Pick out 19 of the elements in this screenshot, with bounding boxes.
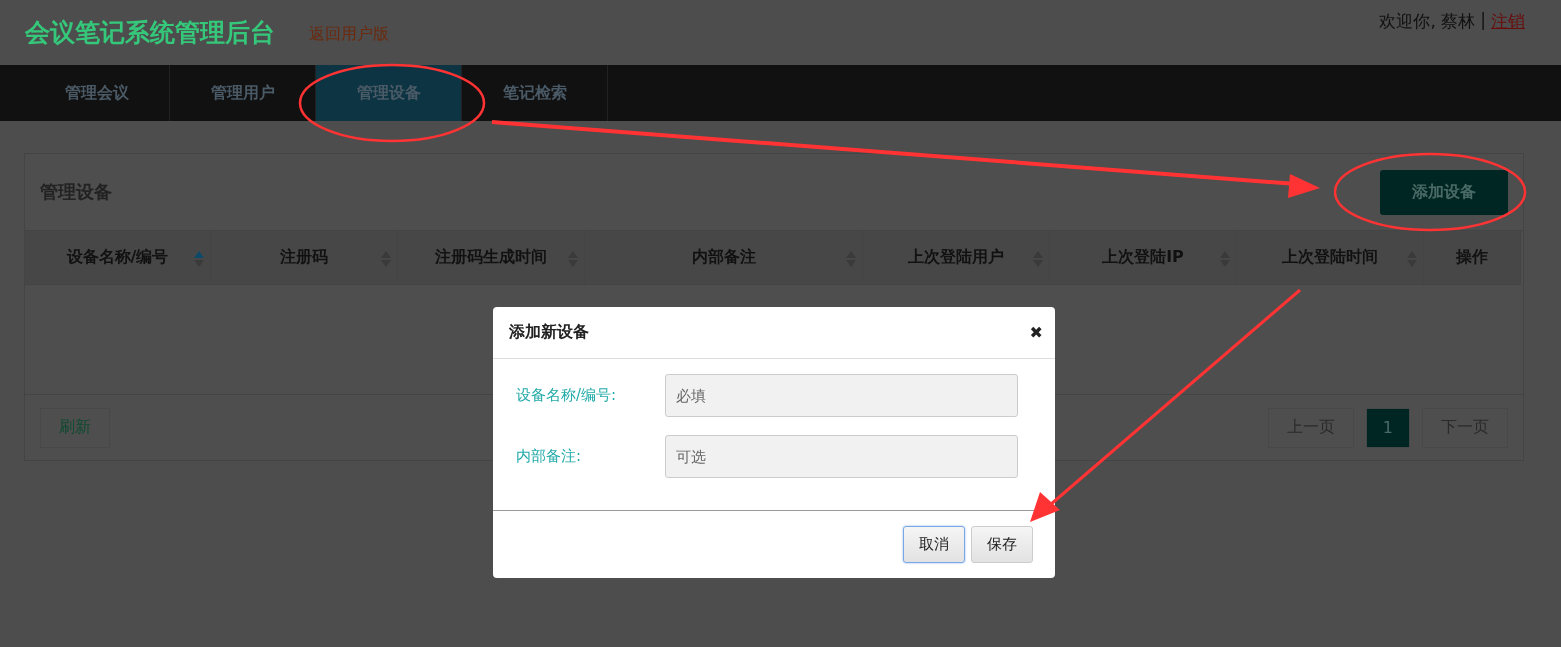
field-label: 设备名称/编号: bbox=[516, 386, 618, 405]
dialog-title: 添加新设备 bbox=[509, 322, 589, 343]
welcome-text: 欢迎你, 蔡林 bbox=[1379, 10, 1476, 33]
add-device-button[interactable]: 添加设备 bbox=[1380, 169, 1508, 215]
app-title: 会议笔记系统管理后台 bbox=[25, 17, 275, 49]
nav-tab[interactable]: 管理设备 bbox=[316, 65, 462, 121]
dialog-button[interactable]: 保存 bbox=[971, 526, 1033, 563]
page-button[interactable]: 1 bbox=[1365, 407, 1410, 448]
close-button[interactable]: ✖ bbox=[1029, 323, 1043, 342]
separator-text: | bbox=[1480, 10, 1486, 32]
logout-link[interactable]: 注销 bbox=[1491, 10, 1525, 33]
input-field[interactable]: 可选 bbox=[665, 435, 1018, 478]
input-field[interactable]: 必填 bbox=[665, 374, 1018, 417]
dialog-button[interactable]: 取消 bbox=[903, 526, 965, 563]
nav-tab[interactable]: 笔记检索 bbox=[462, 65, 608, 121]
field-label: 内部备注: bbox=[516, 447, 583, 466]
back-link[interactable]: 返回用户版 bbox=[309, 24, 389, 45]
refresh-button[interactable]: 刷新 bbox=[40, 407, 110, 448]
nav-tab[interactable]: 管理会议 bbox=[24, 65, 170, 121]
